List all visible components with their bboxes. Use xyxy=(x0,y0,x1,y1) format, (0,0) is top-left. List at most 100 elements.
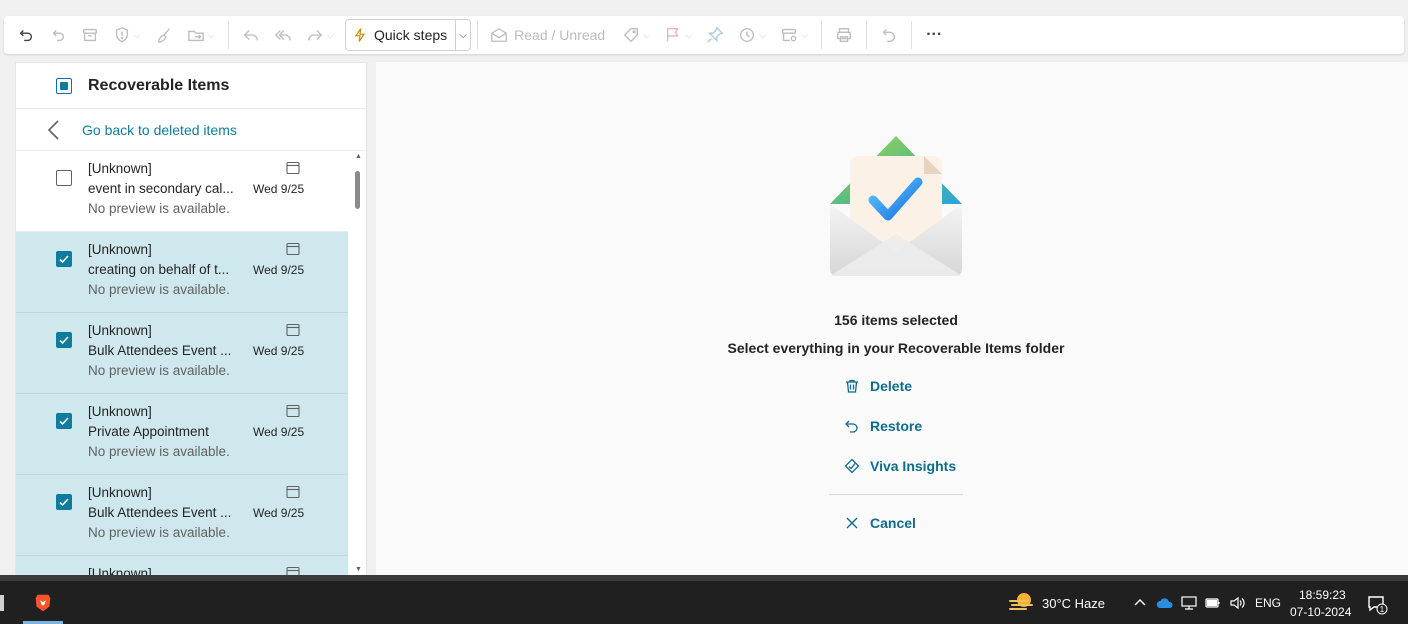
list-item[interactable]: [Unknown] creating on behalf of t... No … xyxy=(16,232,348,313)
calendar-icon xyxy=(286,323,300,337)
move-to-button[interactable] xyxy=(180,20,212,50)
chevron-left-icon xyxy=(47,119,59,140)
quick-steps-label: Quick steps xyxy=(374,27,448,43)
list-item[interactable]: [Unknown] event in secondary cal... No p… xyxy=(16,151,348,232)
scroll-up-arrow-icon[interactable]: ▲ xyxy=(355,153,362,160)
undo-arrow-icon xyxy=(882,29,896,42)
archive-icon xyxy=(83,28,97,42)
row-checkbox[interactable] xyxy=(56,251,72,267)
go-back-label: Go back to deleted items xyxy=(82,121,237,138)
go-back-link[interactable]: Go back to deleted items xyxy=(16,109,366,151)
row-subject: creating on behalf of t... xyxy=(88,262,230,277)
checkmark-icon xyxy=(59,336,69,345)
undo-button[interactable] xyxy=(10,20,42,50)
read-unread-label: Read / Unread xyxy=(514,27,606,43)
clock-icon xyxy=(740,28,755,42)
rules-button[interactable] xyxy=(773,20,805,50)
more-options-button[interactable]: ··· xyxy=(918,20,950,50)
toolbar-divider xyxy=(821,21,823,49)
pin-button[interactable] xyxy=(699,20,731,50)
notification-icon[interactable]: 1 xyxy=(1366,593,1388,615)
reply-button[interactable] xyxy=(235,20,267,50)
quick-steps-main[interactable]: Quick steps xyxy=(346,20,457,50)
row-subject: Bulk Attendees Event ... xyxy=(88,505,232,520)
select-all-link[interactable]: Select everything in your Recoverable It… xyxy=(376,340,1408,356)
report-button[interactable] xyxy=(106,20,138,50)
forward-button[interactable] xyxy=(299,20,331,50)
viva-insights-icon xyxy=(844,458,860,474)
scroll-thumb[interactable] xyxy=(355,171,360,209)
list-item[interactable]: [Unknown] Bulk Attendees Event ... No pr… xyxy=(16,313,348,394)
row-sender: [Unknown] xyxy=(88,404,152,419)
trash-icon xyxy=(846,379,858,393)
list-scrollbar[interactable]: ▲ ▼ xyxy=(350,151,366,575)
undo-icon xyxy=(19,30,33,42)
printer-icon xyxy=(837,28,852,42)
folder-title: Recoverable Items xyxy=(88,76,230,94)
envelope-open-icon xyxy=(491,27,507,42)
battery-icon[interactable] xyxy=(1204,594,1222,612)
calendar-icon xyxy=(286,161,300,175)
read-unread-button[interactable]: Read / Unread xyxy=(480,26,615,44)
row-subject: Bulk Attendees Event ... xyxy=(88,343,232,358)
selection-count: 156 items selected xyxy=(834,312,958,328)
list-item[interactable]: [Unknown] Private Appointment No preview… xyxy=(16,394,348,475)
row-preview: No preview is available. xyxy=(88,444,230,459)
row-checkbox[interactable] xyxy=(56,413,72,429)
cancel-button[interactable]: Cancel xyxy=(844,515,916,531)
undo-alt-icon xyxy=(52,30,65,42)
row-checkbox[interactable] xyxy=(56,170,72,186)
redo-button[interactable] xyxy=(42,20,74,50)
forward-icon xyxy=(308,30,323,41)
brave-browser-button[interactable] xyxy=(23,581,63,624)
print-button[interactable] xyxy=(828,20,860,50)
message-list-pane: Recoverable Items Go back to deleted ite… xyxy=(15,62,367,576)
flag-icon xyxy=(667,28,679,42)
row-checkbox[interactable] xyxy=(56,332,72,348)
windows-taskbar: 30°C Haze ENG 18:59:23 07-10-2024 1 xyxy=(0,581,1408,624)
flag-button[interactable] xyxy=(657,20,689,50)
undo-action-button[interactable] xyxy=(873,20,905,50)
onedrive-cloud-icon[interactable] xyxy=(1156,594,1174,612)
restore-label: Restore xyxy=(870,418,923,434)
list-item[interactable]: [Unknown] xyxy=(16,556,348,575)
viva-insights-label: Viva Insights xyxy=(870,458,957,474)
delete-button[interactable]: Delete xyxy=(844,378,912,394)
restore-button[interactable]: Restore xyxy=(844,418,922,434)
list-item[interactable]: [Unknown] Bulk Attendees Event ... No pr… xyxy=(16,475,348,556)
reading-pane: 156 items selected Select everything in … xyxy=(376,62,1408,576)
reply-all-button[interactable] xyxy=(267,20,299,50)
speaker-icon[interactable] xyxy=(1228,594,1246,612)
quick-steps-button[interactable]: Quick steps ⌵ xyxy=(345,19,472,51)
weather-text[interactable]: 30°C Haze xyxy=(1042,596,1105,611)
scroll-down-arrow-icon[interactable]: ▼ xyxy=(355,566,362,573)
pin-icon xyxy=(707,26,724,43)
row-checkbox[interactable] xyxy=(56,494,72,510)
sweep-button[interactable] xyxy=(148,20,180,50)
clock-date[interactable]: 07-10-2024 xyxy=(1290,605,1351,619)
row-preview: No preview is available. xyxy=(88,201,230,216)
clock-time[interactable]: 18:59:23 xyxy=(1299,588,1346,602)
row-date: Wed 9/25 xyxy=(253,506,305,520)
checkmark-icon xyxy=(59,498,69,507)
chevron-up-icon[interactable] xyxy=(1131,594,1149,612)
input-language[interactable]: ENG xyxy=(1255,596,1281,610)
lightning-icon xyxy=(354,28,366,42)
select-all-checkbox[interactable] xyxy=(56,77,72,94)
toolbar-divider xyxy=(228,21,229,49)
list-header: Recoverable Items xyxy=(16,63,366,109)
broom-icon xyxy=(157,28,170,43)
taskbar-app-stub[interactable] xyxy=(0,595,4,611)
snooze-button[interactable] xyxy=(731,20,763,50)
viva-insights-button[interactable]: Viva Insights xyxy=(844,458,956,474)
categorize-button[interactable] xyxy=(615,20,647,50)
envelope-check-illustration xyxy=(830,136,962,276)
archive-button[interactable] xyxy=(74,20,106,50)
tag-icon xyxy=(623,28,639,43)
cancel-label: Cancel xyxy=(870,515,916,531)
row-sender: [Unknown] xyxy=(88,161,152,176)
network-icon[interactable] xyxy=(1180,594,1198,612)
chevron-down-icon[interactable]: ⌵ xyxy=(456,30,470,41)
row-date: Wed 9/25 xyxy=(253,344,305,358)
rules-icon xyxy=(782,28,797,42)
